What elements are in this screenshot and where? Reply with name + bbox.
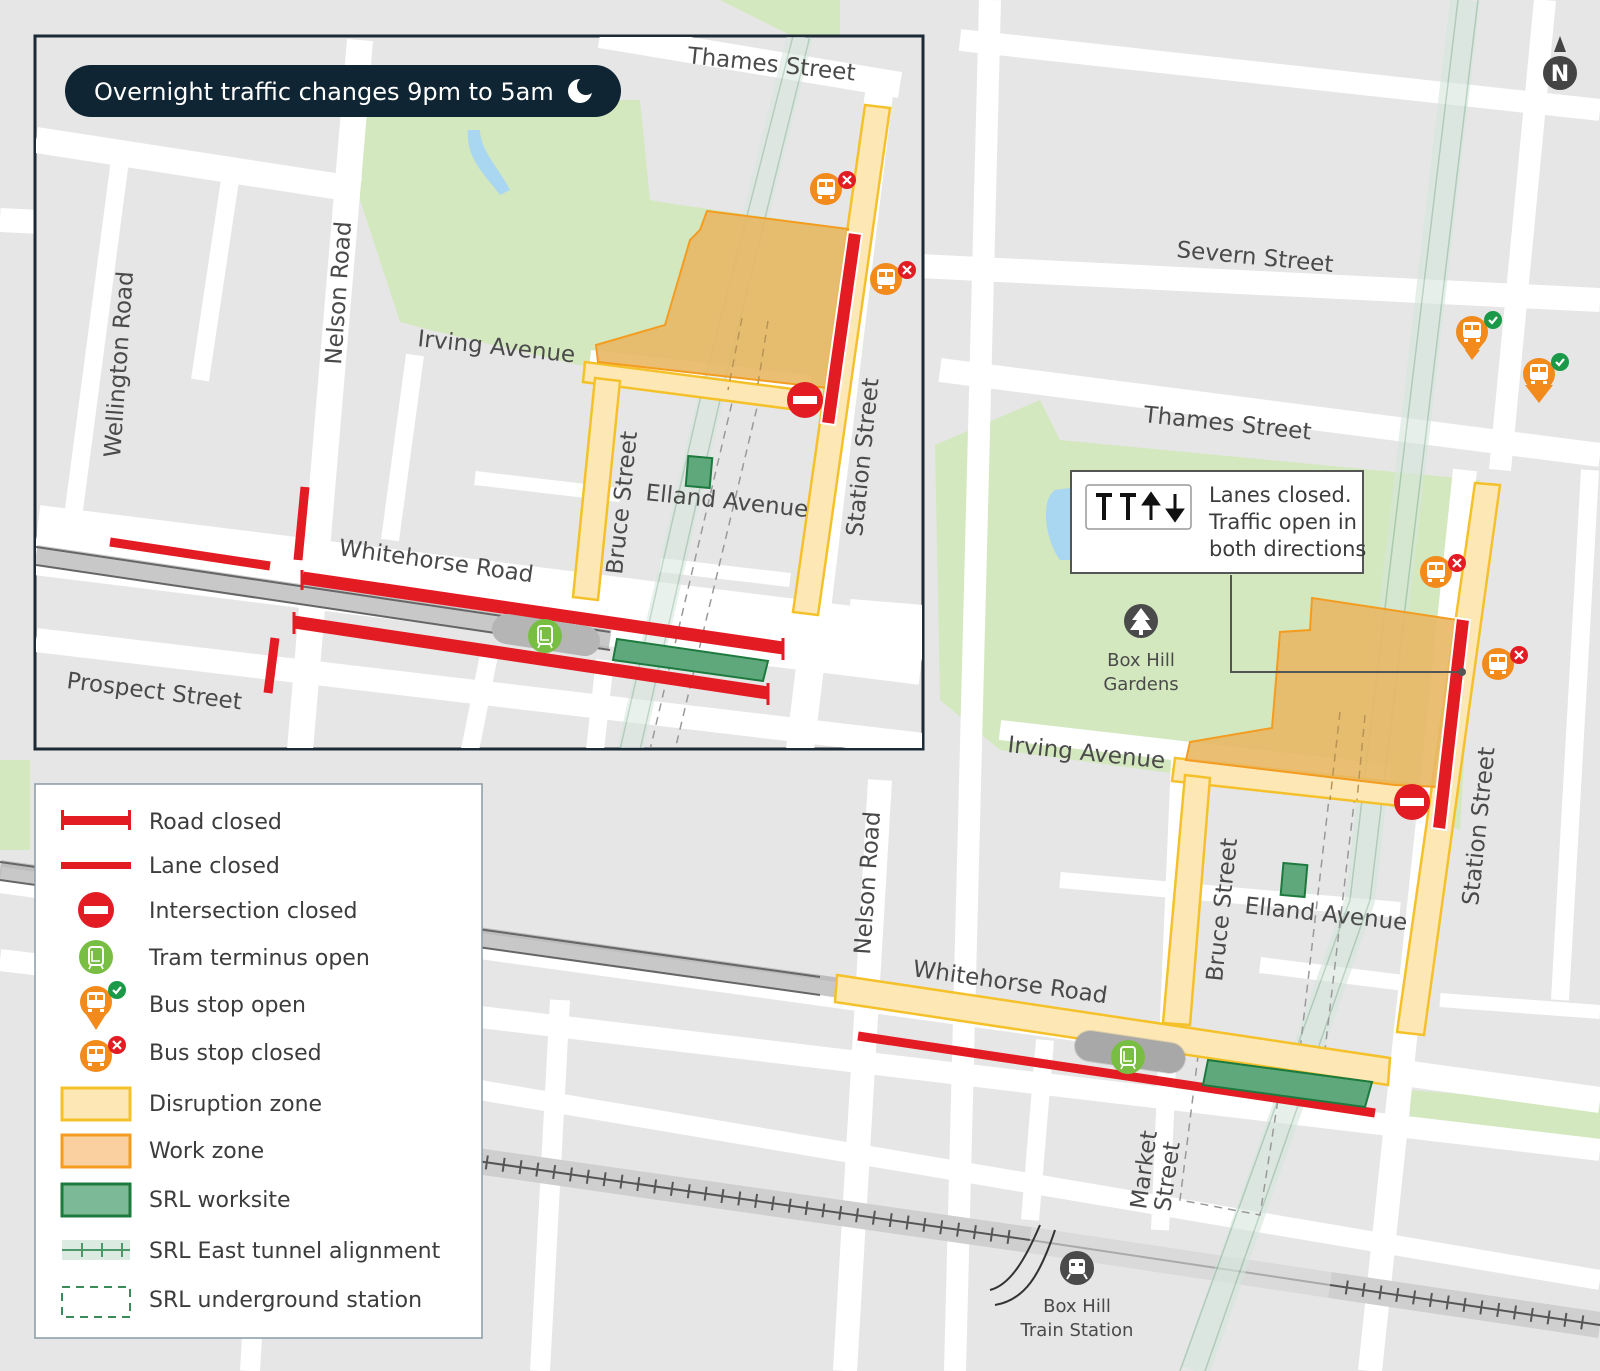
legend-label-srl-worksite: SRL worksite bbox=[149, 1188, 290, 1213]
lane-closed-icon bbox=[61, 862, 131, 869]
legend-label-work-zone: Work zone bbox=[149, 1139, 264, 1164]
label-box-hill-gardens-1: Box Hill bbox=[1107, 650, 1175, 671]
legend: Road closed Lane closed Intersection clo… bbox=[34, 783, 483, 1339]
work-zone-swatch bbox=[60, 1133, 132, 1169]
legend-label-bus-stop-closed: Bus stop closed bbox=[149, 1041, 322, 1066]
legend-label-bus-stop-open: Bus stop open bbox=[149, 993, 306, 1018]
callout-line-1: Lanes closed. bbox=[1209, 483, 1352, 507]
lanes-closed-callout: Lanes closed. Traffic open in both direc… bbox=[1070, 470, 1366, 574]
legend-label-road-closed: Road closed bbox=[149, 810, 282, 835]
compass-label: N bbox=[1551, 62, 1569, 87]
legend-label-tram-terminus: Tram terminus open bbox=[148, 946, 370, 971]
disruption-zone-swatch bbox=[60, 1086, 132, 1122]
legend-label-intersection-closed: Intersection closed bbox=[149, 899, 358, 924]
label-box-hill-gardens-2: Gardens bbox=[1103, 674, 1178, 695]
legend-label-underground-station: SRL underground station bbox=[149, 1288, 422, 1313]
overnight-banner: Overnight traffic changes 9pm to 5am bbox=[65, 65, 621, 117]
label-train-station-2: Train Station bbox=[1020, 1320, 1134, 1341]
legend-label-disruption-zone: Disruption zone bbox=[149, 1092, 322, 1117]
intersection-closed-icon bbox=[1394, 784, 1430, 820]
lanes-closed-two-way-icon bbox=[1085, 484, 1192, 530]
label-train-station-1: Box Hill bbox=[1043, 1296, 1111, 1317]
map-canvas: N Severn Street Thames Street Irving Ave… bbox=[0, 0, 1600, 1371]
train-station-icon bbox=[1060, 1251, 1094, 1285]
banner-text: Overnight traffic changes 9pm to 5am bbox=[94, 78, 554, 106]
callout-line-2: Traffic open in bbox=[1208, 510, 1357, 534]
intersection-closed-inset bbox=[787, 382, 823, 418]
inset-map: Thames Street Nelson Road Wellington Roa… bbox=[33, 34, 925, 751]
legend-label-lane-closed: Lane closed bbox=[149, 854, 280, 879]
tram-terminus-main[interactable] bbox=[1110, 1039, 1146, 1075]
callout-line-3: both directions bbox=[1209, 537, 1366, 561]
tunnel-alignment-icon bbox=[62, 1240, 130, 1260]
park-tree-icon bbox=[1124, 604, 1158, 638]
srl-worksite-small-main bbox=[1279, 861, 1309, 899]
tram-terminus-inset[interactable] bbox=[527, 618, 563, 654]
tram-icon bbox=[78, 939, 114, 975]
legend-label-tunnel-alignment: SRL East tunnel alignment bbox=[149, 1239, 441, 1264]
srl-worksite-swatch bbox=[60, 1182, 132, 1218]
intersection-closed-icon bbox=[78, 892, 114, 928]
